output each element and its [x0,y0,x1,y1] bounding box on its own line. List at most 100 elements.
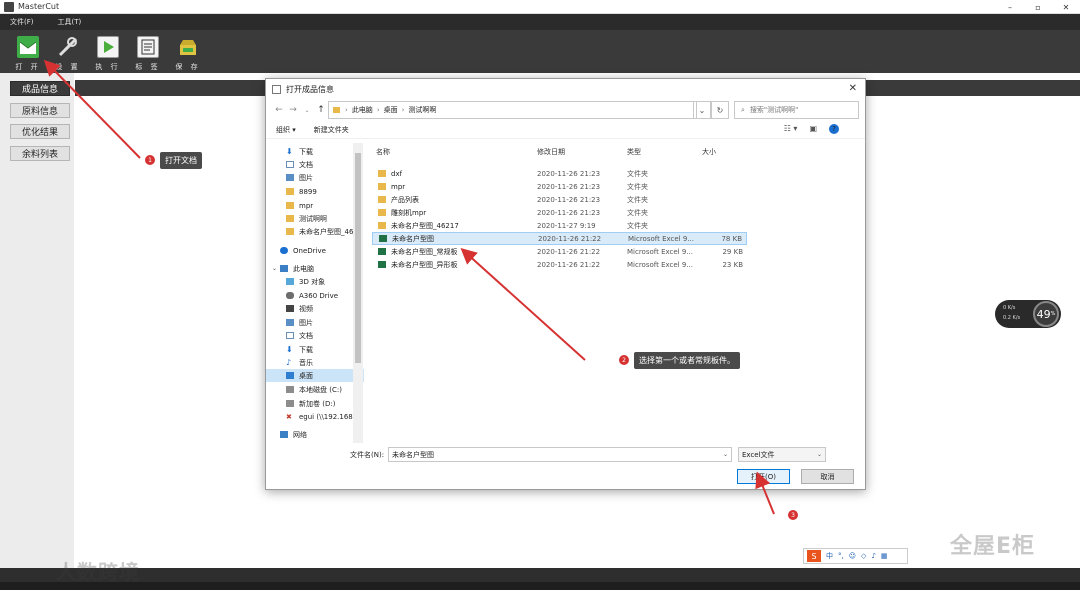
step-1-marker: 1 [145,155,155,165]
address-row: ← → ⌄ ↑ › 此电脑 › 桌面 › 测试啊啊 ⌄ ↻ ⌕ 搜索"测试啊啊" [266,99,865,121]
document-icon [286,332,294,339]
label-button[interactable]: 标 签 [128,30,168,73]
nav-disk-c[interactable]: 本地磁盘 (C:) [266,383,364,396]
nav-scroll-thumb[interactable] [355,153,361,363]
open-button[interactable]: 打 开 [8,30,48,73]
nav-documents-pc[interactable]: 文档 [266,329,364,342]
organize-button[interactable]: 组织 ▾ [276,125,296,135]
nav-downloads-pc[interactable]: ⬇ 下载 [266,343,364,356]
file-row[interactable]: 产品列表 2020-11-26 21:23 文件夹 [372,193,747,206]
dialog-close-icon[interactable]: ✕ [849,83,857,94]
step-2-marker: 2 [619,355,629,365]
execute-button[interactable]: 执 行 [88,30,128,73]
file-row[interactable]: dxf 2020-11-26 21:23 文件夹 [372,167,747,180]
network-gauge-widget[interactable]: 0 K/s 0.2 K/s 49% [995,300,1061,328]
file-row[interactable]: 未命名户型图_常规板 2020-11-26 21:22 Microsoft Ex… [372,245,747,258]
step-3-marker: 3 [788,510,798,520]
col-type[interactable]: 类型 [627,147,641,161]
dialog-titlebar: 打开成品信息 ✕ [266,79,865,99]
nav-material-info[interactable]: 原料信息 [10,103,70,118]
folder-icon [333,107,340,113]
refresh-icon[interactable]: ↻ [711,101,729,119]
address-dropdown-icon[interactable]: ⌄ [693,101,711,119]
preview-pane-icon[interactable]: ▣ [809,124,817,134]
menu-tools[interactable]: 工具(T) [58,17,82,27]
taskbar-strip [0,582,1080,590]
nav-optimize-result[interactable]: 优化结果 [10,124,70,139]
nav-videos[interactable]: 视频 [266,302,364,315]
col-size[interactable]: 大小 [702,147,716,161]
filename-row: 文件名(N): 未命名户型图 ⌄ Excel文件 ⌄ [266,447,867,463]
nav-disk-d[interactable]: 新加卷 (D:) [266,397,364,410]
ime-chinese[interactable]: 中 [826,551,833,561]
col-date[interactable]: 修改日期 [537,147,565,161]
nav-folder-unnamed[interactable]: 未命名户型图_46 [266,225,364,238]
play-icon [97,36,119,58]
cancel-button[interactable]: 取消 [801,469,854,484]
breadcrumb-this-pc[interactable]: 此电脑 [352,105,373,115]
file-row[interactable]: 雕刻机mpr 2020-11-26 21:23 文件夹 [372,206,747,219]
view-mode-icon[interactable]: ☷ ▾ [784,124,798,134]
nav-onedrive[interactable]: OneDrive [266,244,364,257]
up-arrow-icon[interactable]: ↑ [314,105,328,115]
nav-network-drive[interactable]: ✖ egui (\\192.168. [266,410,364,423]
help-icon[interactable]: ? [829,124,839,134]
breadcrumb-desktop[interactable]: 桌面 [384,105,398,115]
recent-chevron-icon[interactable]: ⌄ [300,107,314,114]
tools-icon [57,36,79,58]
ime-voice-icon[interactable]: ♪ [871,552,875,560]
nav-downloads[interactable]: ⬇ 下载 ✱ [266,145,364,158]
settings-button[interactable]: 设 置 [48,30,88,73]
nav-folder-8899[interactable]: 8899 [266,185,364,198]
expand-chevron-icon[interactable]: ⌄ [272,265,277,272]
nav-folder-test[interactable]: 测试啊啊 [266,212,364,225]
close-icon[interactable]: ✕ [1052,0,1080,14]
nav-remnant-list[interactable]: 余料列表 [10,146,70,161]
filename-input[interactable]: 未命名户型图 ⌄ [388,447,732,462]
minimize-icon[interactable]: – [996,0,1024,14]
view-controls: ☷ ▾ ▣ ? [772,124,857,134]
nav-music[interactable]: ♪ 音乐 [266,356,364,369]
nav-pictures[interactable]: 图片 ✱ [266,171,364,184]
file-row[interactable]: 未命名户型图_异形板 2020-11-26 21:22 Microsoft Ex… [372,258,747,271]
filetype-select[interactable]: Excel文件 ⌄ [738,447,826,462]
folder-icon [378,183,386,190]
ime-punct[interactable]: °, [838,552,844,560]
file-row[interactable]: 未命名户型图_46217 2020-11-27 9:19 文件夹 [372,219,747,232]
save-button[interactable]: 保 存 [168,30,208,73]
nav-network[interactable]: 网络 [266,428,364,441]
breadcrumb-test-folder[interactable]: 测试啊啊 [408,105,436,115]
new-folder-button[interactable]: 新建文件夹 [314,125,349,135]
nav-this-pc[interactable]: ⌄ 此电脑 [266,262,364,275]
file-row-selected[interactable]: 未命名户型图 2020-11-26 21:22 Microsoft Excel … [372,232,747,245]
picture-icon [286,174,294,181]
execute-label: 执 行 [95,63,121,71]
ime-emoji-icon[interactable]: ☺ [849,552,856,560]
dialog-nav-pane: ⬇ 下载 ✱ 文档 ✱ 图片 ✱ 8899 mpr 测试啊啊 未命名户型图_ [266,143,364,443]
nav-folder-mpr[interactable]: mpr [266,199,364,212]
forward-arrow-icon[interactable]: → [286,105,300,115]
file-row[interactable]: mpr 2020-11-26 21:23 文件夹 [372,180,747,193]
ime-skin-icon[interactable]: ◇ [861,552,866,560]
nav-pictures-pc[interactable]: 图片 [266,316,364,329]
chevron-down-icon[interactable]: ⌄ [723,451,728,458]
nav-scrollbar[interactable] [353,143,363,443]
ime-toolbox-icon[interactable]: ▦ [881,552,888,560]
nav-a360-drive[interactable]: A360 Drive [266,289,364,302]
window-title: MasterCut [18,2,60,11]
address-bar[interactable]: › 此电脑 › 桌面 › 测试啊啊 [328,101,697,119]
menu-file[interactable]: 文件(F) [10,17,34,27]
nav-3d-objects[interactable]: 3D 对象 [266,275,364,288]
nav-finished-info[interactable]: 成品信息 [10,81,70,96]
restore-icon[interactable]: ▫ [1024,0,1052,14]
ime-tray[interactable]: S 中 °, ☺ ◇ ♪ ▦ [803,548,908,564]
download-icon: ⬇ [286,147,293,156]
back-arrow-icon[interactable]: ← [272,105,286,115]
nav-documents[interactable]: 文档 ✱ [266,158,364,171]
open-file-button[interactable]: 打开(O) [737,469,790,484]
col-name[interactable]: 名称 [376,147,390,161]
open-label: 打 开 [15,63,41,71]
search-input[interactable]: ⌕ 搜索"测试啊啊" [734,101,859,119]
chevron-down-icon[interactable]: ⌄ [817,451,822,458]
nav-desktop[interactable]: 桌面 [266,369,364,382]
